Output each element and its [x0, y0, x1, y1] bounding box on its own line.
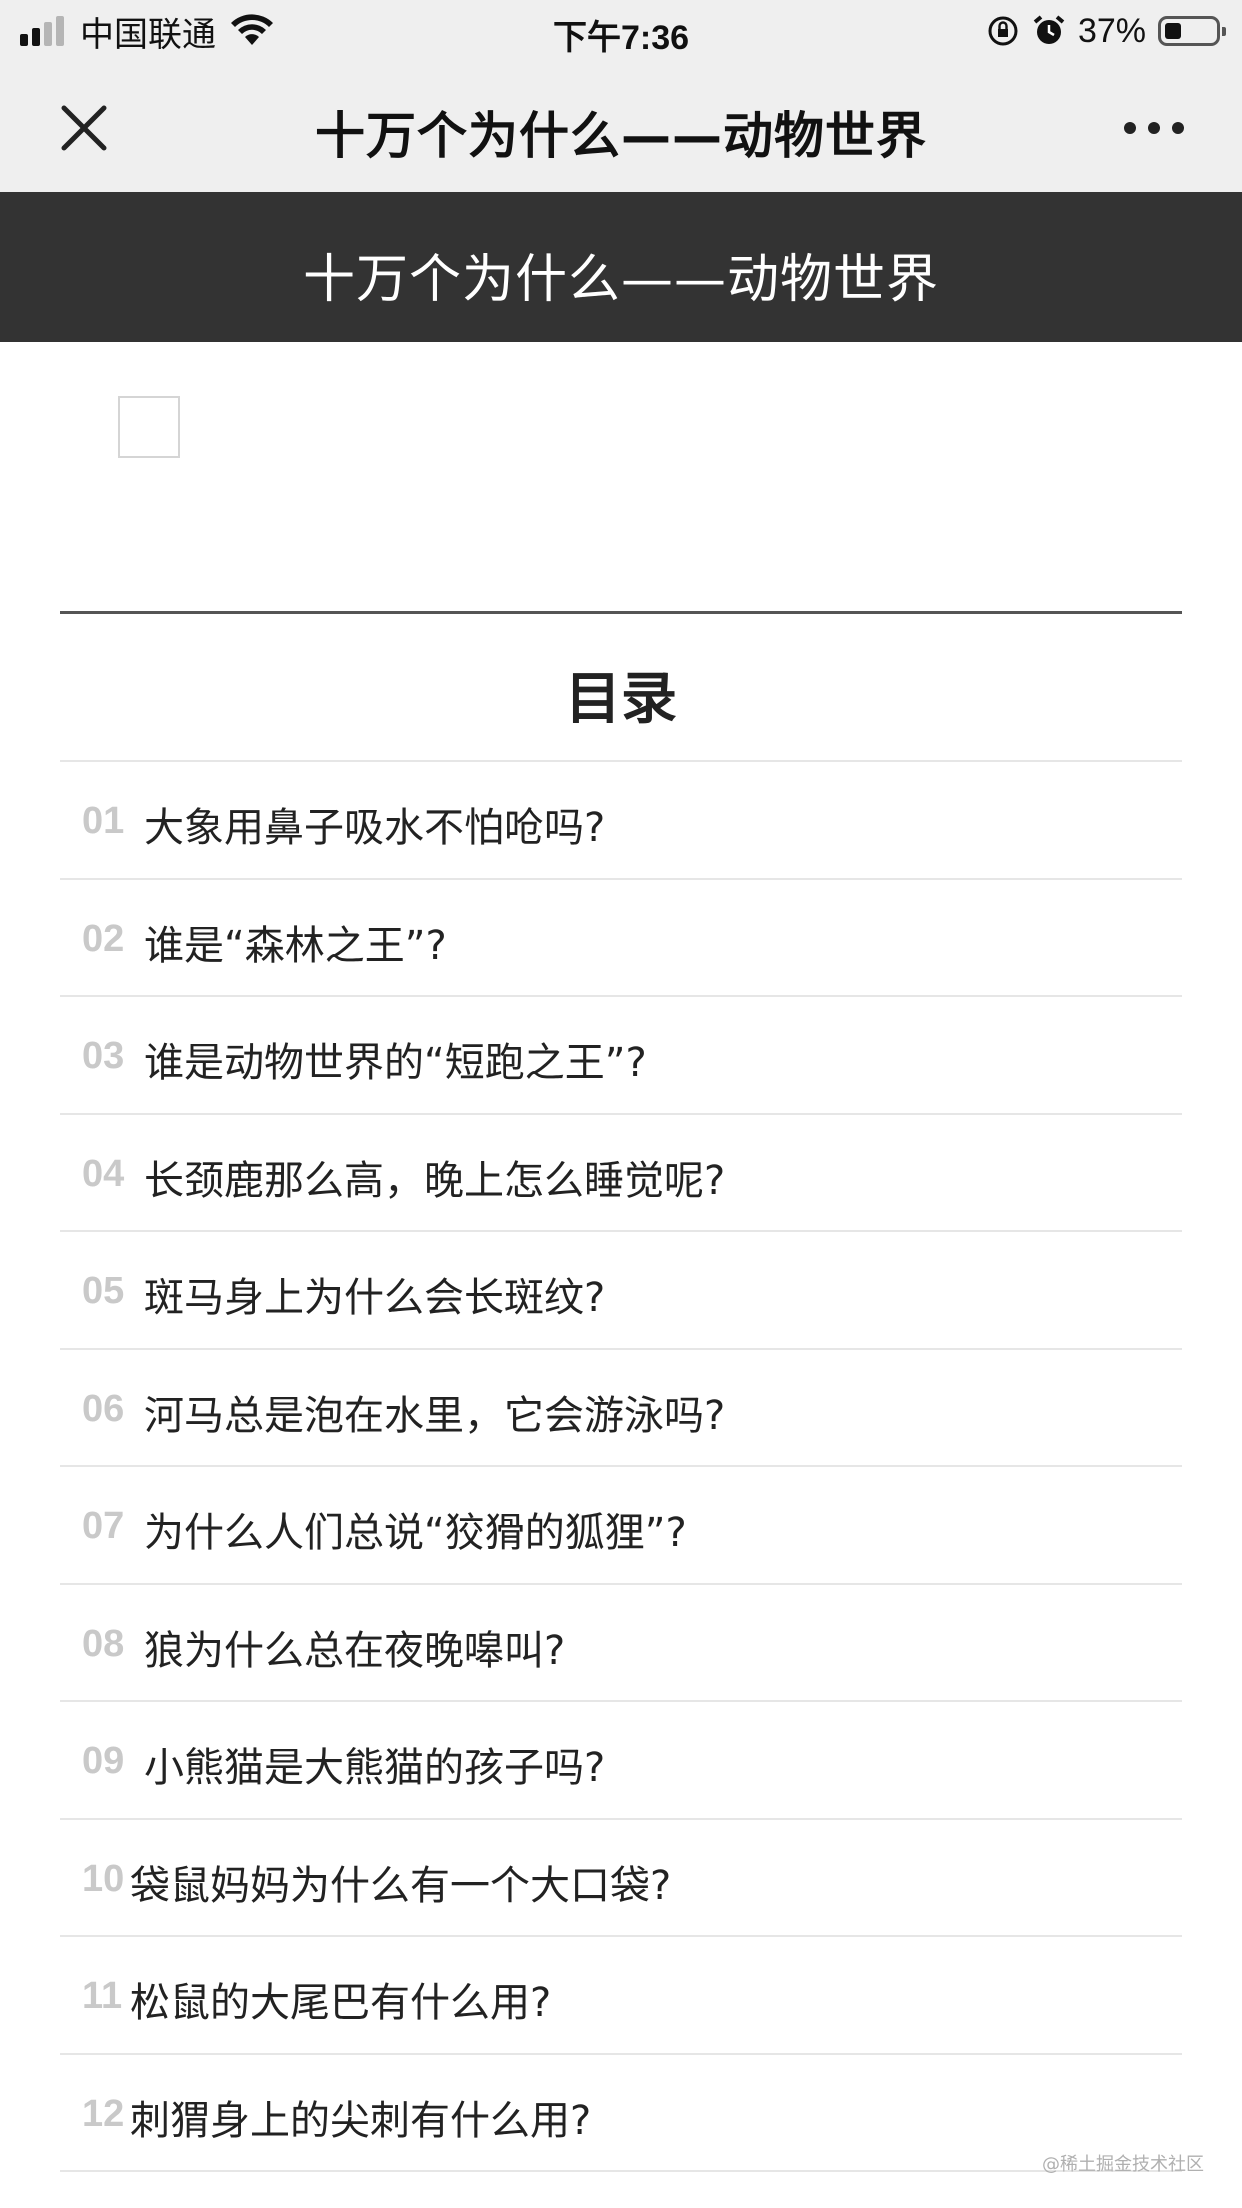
- toc-item[interactable]: 05 斑马身上为什么会长斑纹?: [60, 1232, 1182, 1350]
- toc-item-number: 05: [82, 1270, 125, 1312]
- toc-item-text[interactable]: 松鼠的大尾巴有什么用?: [130, 1970, 551, 2028]
- toc-item-number: 04: [82, 1152, 125, 1195]
- toc-item-text[interactable]: 河马总是泡在水里，它会游泳吗?: [144, 1383, 725, 1441]
- toc-item-text[interactable]: 狼为什么总在夜晚嗥叫?: [144, 1618, 565, 1676]
- toc-item-text[interactable]: 小熊猫是大熊猫的孩子吗?: [144, 1735, 605, 1793]
- toc-title: 目录: [565, 667, 677, 732]
- image-placeholder: [118, 396, 180, 458]
- toc-item-text[interactable]: 谁是“森林之王”?: [144, 913, 447, 971]
- section-divider: [60, 611, 1182, 614]
- more-dots-icon[interactable]: [1122, 118, 1186, 138]
- toc-item-number: 02: [82, 917, 125, 960]
- toc-item-number: 11: [82, 1975, 123, 2017]
- toc-item[interactable]: 09 小熊猫是大熊猫的孩子吗?: [60, 1702, 1182, 1820]
- toc-item-number: 12: [82, 2092, 125, 2135]
- toc-item-text[interactable]: 刺猬身上的尖刺有什么用?: [130, 2088, 591, 2146]
- toc-item-text[interactable]: 为什么人们总说“狡猾的狐狸”?: [144, 1500, 687, 1558]
- toc-item[interactable]: 10 袋鼠妈妈为什么有一个大口袋?: [60, 1820, 1182, 1937]
- toc-item-number: 06: [82, 1387, 125, 1430]
- status-right: 37%: [974, 10, 1226, 52]
- toc-item-text[interactable]: 谁是动物世界的“短跑之王”?: [144, 1030, 647, 1088]
- toc-item[interactable]: 01 大象用鼻子吸水不怕呛吗?: [60, 762, 1182, 880]
- toc-item-text[interactable]: 大象用鼻子吸水不怕呛吗?: [144, 795, 605, 853]
- toc-item[interactable]: 06 河马总是泡在水里，它会游泳吗?: [60, 1350, 1182, 1467]
- toc-item-number: 07: [82, 1505, 125, 1547]
- toc-item[interactable]: 11 松鼠的大尾巴有什么用?: [60, 1937, 1182, 2055]
- toc-item[interactable]: 08 狼为什么总在夜晚嗥叫?: [60, 1585, 1182, 1702]
- banner-title: 十万个为什么——动物世界: [302, 250, 939, 310]
- orientation-lock-icon: [988, 16, 1018, 46]
- toc-item-text[interactable]: 袋鼠妈妈为什么有一个大口袋?: [130, 1853, 671, 1911]
- header-banner: 十万个为什么——动物世界: [0, 192, 1242, 342]
- nav-title: 十万个为什么——动物世界: [315, 107, 927, 165]
- battery-icon: [1158, 16, 1226, 46]
- battery-percent: 37%: [1077, 11, 1146, 50]
- toc-item[interactable]: 04 长颈鹿那么高，晚上怎么睡觉呢?: [60, 1115, 1182, 1232]
- watermark: @稀土掘金技术社区: [1042, 2154, 1204, 2175]
- toc-item-text[interactable]: 斑马身上为什么会长斑纹?: [144, 1265, 605, 1323]
- page: 中国联通 下午7:36 37% 十万个为什么——动物世界 十万个为什么——动物世…: [0, 0, 1242, 2208]
- toc-item-number: 10: [82, 1857, 125, 1900]
- toc-list: 01 大象用鼻子吸水不怕呛吗? 02 谁是“森林之王”? 03 谁是动物世界的“…: [60, 760, 1182, 2172]
- toc-item-number: 09: [82, 1740, 125, 1782]
- alarm-icon: [1033, 15, 1065, 44]
- status-bar: 中国联通 下午7:36 37%: [0, 0, 1242, 62]
- toc-item-number: 03: [82, 1035, 125, 1077]
- nav-bar: 十万个为什么——动物世界: [0, 62, 1242, 192]
- toc-item[interactable]: 07 为什么人们总说“狡猾的狐狸”?: [60, 1467, 1182, 1585]
- toc-item-text[interactable]: 长颈鹿那么高，晚上怎么睡觉呢?: [144, 1148, 725, 1206]
- toc-item-number: 01: [82, 800, 125, 842]
- toc-item[interactable]: 12 刺猬身上的尖刺有什么用?: [60, 2055, 1182, 2172]
- close-icon[interactable]: [56, 100, 112, 156]
- toc-item-number: 08: [82, 1622, 125, 1665]
- toc-item[interactable]: 03 谁是动物世界的“短跑之王”?: [60, 997, 1182, 1115]
- toc-item[interactable]: 02 谁是“森林之王”?: [60, 880, 1182, 997]
